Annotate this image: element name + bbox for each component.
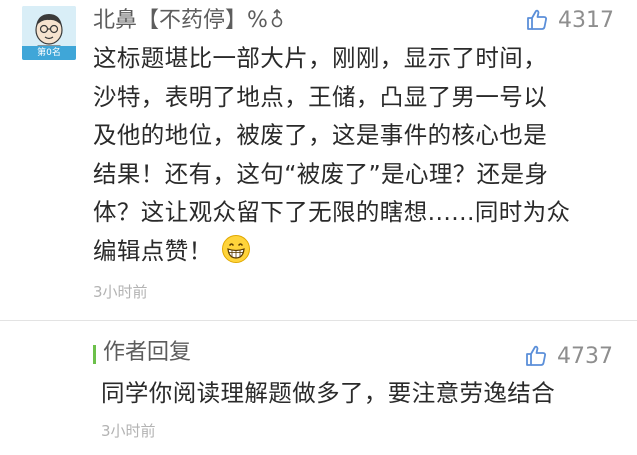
comment-line: 及他的地位，被废了，这是事件的核心也是 — [93, 121, 548, 149]
comment-body: 这标题堪比一部大片，刚刚，显示了时间， 沙特，表明了地点，王储，凸显了男一号以 … — [93, 39, 633, 270]
thumbs-up-icon — [526, 345, 546, 366]
thumbs-up-icon — [527, 9, 547, 30]
grinning-emoji-icon — [221, 234, 250, 263]
comment-line: 编辑点赞！ — [93, 236, 213, 265]
reply-timestamp: 3小时前 — [101, 422, 156, 440]
comment-line: 体？这让观众留下了无限的瞎想......同时为众 — [93, 198, 571, 226]
comment-line: 结果！还有，这句“被废了”是心理？还是身 — [93, 159, 549, 188]
comment-like-button[interactable]: 4317 — [525, 4, 614, 36]
divider — [0, 320, 637, 321]
reply-like-count: 4737 — [557, 343, 613, 369]
username-text: 北鼻【不药停】% — [93, 8, 268, 33]
avatar[interactable]: 第0名 — [22, 6, 76, 60]
username[interactable]: 北鼻【不药停】% — [93, 6, 284, 36]
comment-timestamp: 3小时前 — [93, 283, 148, 301]
author-reply-label: 作者回复 — [103, 340, 192, 365]
reply-body: 同学你阅读理解题做多了，要注意劳逸结合 — [101, 379, 556, 407]
gender-icon — [271, 8, 283, 28]
comment-line: 沙特，表明了地点，王储，凸显了男一号以 — [93, 82, 548, 111]
rank-badge: 第0名 — [22, 46, 76, 60]
comment-last-line: 编辑点赞！ — [93, 232, 633, 271]
comment-line: 这标题堪比一部大片，刚刚，显示了时间， — [93, 44, 548, 72]
author-reply-accent-bar — [93, 345, 96, 364]
reply-like-button[interactable]: 4737 — [524, 340, 613, 372]
comment-like-count: 4317 — [558, 7, 614, 33]
